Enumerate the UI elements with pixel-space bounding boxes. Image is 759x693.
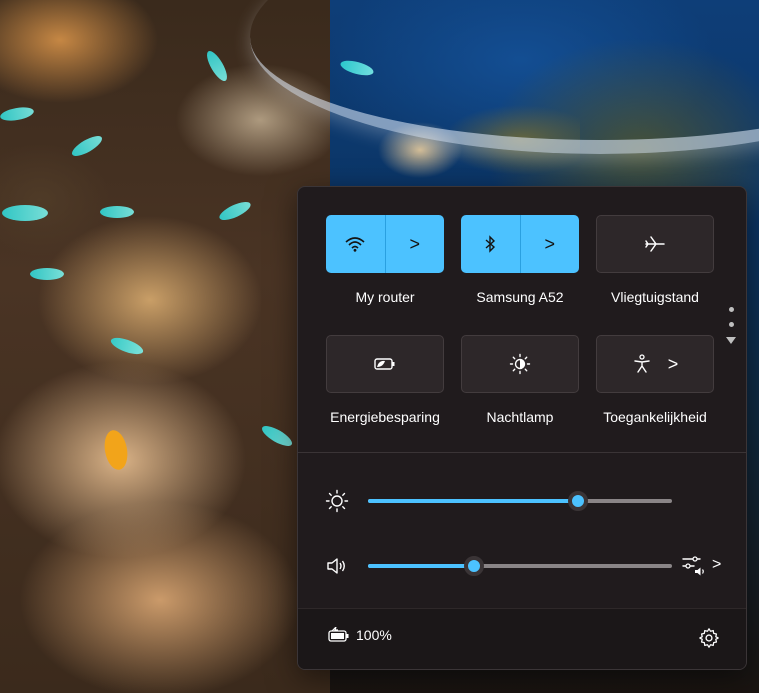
brightness-icon bbox=[324, 489, 350, 513]
speaker-icon bbox=[324, 554, 350, 578]
night-light-icon bbox=[509, 353, 531, 375]
bluetooth-expand-button[interactable]: > bbox=[519, 215, 580, 273]
airplane-mode-tile[interactable] bbox=[596, 215, 714, 273]
page-dot[interactable] bbox=[728, 322, 734, 327]
page-indicator[interactable] bbox=[726, 307, 736, 344]
volume-row: > bbox=[298, 551, 746, 581]
wifi-tile: > bbox=[326, 215, 444, 273]
chevron-right-icon: > bbox=[544, 234, 555, 254]
accessibility-icon bbox=[634, 354, 650, 373]
gear-icon[interactable] bbox=[698, 627, 720, 649]
bluetooth-toggle[interactable] bbox=[461, 215, 520, 273]
brightness-row bbox=[298, 486, 746, 516]
airplane-icon bbox=[645, 236, 665, 252]
bluetooth-tile: > bbox=[461, 215, 579, 273]
wifi-expand-button[interactable]: > bbox=[384, 215, 445, 273]
flyout-footer: 100% bbox=[298, 608, 746, 669]
wifi-toggle[interactable] bbox=[326, 215, 385, 273]
chevron-right-icon: > bbox=[409, 234, 420, 254]
brightness-slider[interactable] bbox=[368, 491, 672, 511]
battery-saver-tile[interactable] bbox=[326, 335, 444, 393]
quick-settings-flyout: > My router > Samsung A52 Vliegtuigstand… bbox=[297, 186, 747, 670]
fish bbox=[2, 205, 48, 221]
volume-slider-fill bbox=[368, 564, 475, 568]
accessibility-tile[interactable]: > bbox=[596, 335, 714, 393]
page-dot[interactable] bbox=[728, 307, 734, 312]
brightness-slider-thumb[interactable] bbox=[567, 491, 588, 511]
bluetooth-icon bbox=[485, 235, 496, 253]
fish bbox=[100, 206, 134, 218]
chevron-right-icon: > bbox=[667, 354, 679, 374]
divider bbox=[298, 452, 746, 453]
bluetooth-tile-label: Samsung A52 bbox=[476, 289, 564, 305]
accessibility-label: Toegankelijkheid bbox=[603, 409, 707, 425]
chevron-right-icon: > bbox=[712, 556, 722, 573]
battery-saver-label: Energiebesparing bbox=[330, 409, 440, 425]
battery-icon bbox=[328, 627, 349, 642]
next-page-arrow-icon[interactable] bbox=[726, 337, 736, 344]
wifi-icon bbox=[345, 237, 365, 252]
volume-slider[interactable] bbox=[368, 556, 672, 576]
fish bbox=[30, 268, 64, 280]
audio-output-icon bbox=[682, 556, 704, 576]
battery-percent: 100% bbox=[356, 627, 392, 643]
night-light-tile[interactable] bbox=[461, 335, 579, 393]
battery-status[interactable]: 100% bbox=[328, 627, 392, 643]
night-light-label: Nachtlamp bbox=[486, 409, 554, 425]
coral-reef bbox=[0, 0, 330, 693]
audio-output-button[interactable]: > bbox=[682, 553, 721, 577]
brightness-slider-fill bbox=[368, 499, 578, 503]
airplane-mode-label: Vliegtuigstand bbox=[611, 289, 699, 305]
volume-slider-thumb[interactable] bbox=[464, 556, 485, 576]
wifi-tile-label: My router bbox=[355, 289, 415, 305]
battery-saver-icon bbox=[374, 358, 395, 370]
